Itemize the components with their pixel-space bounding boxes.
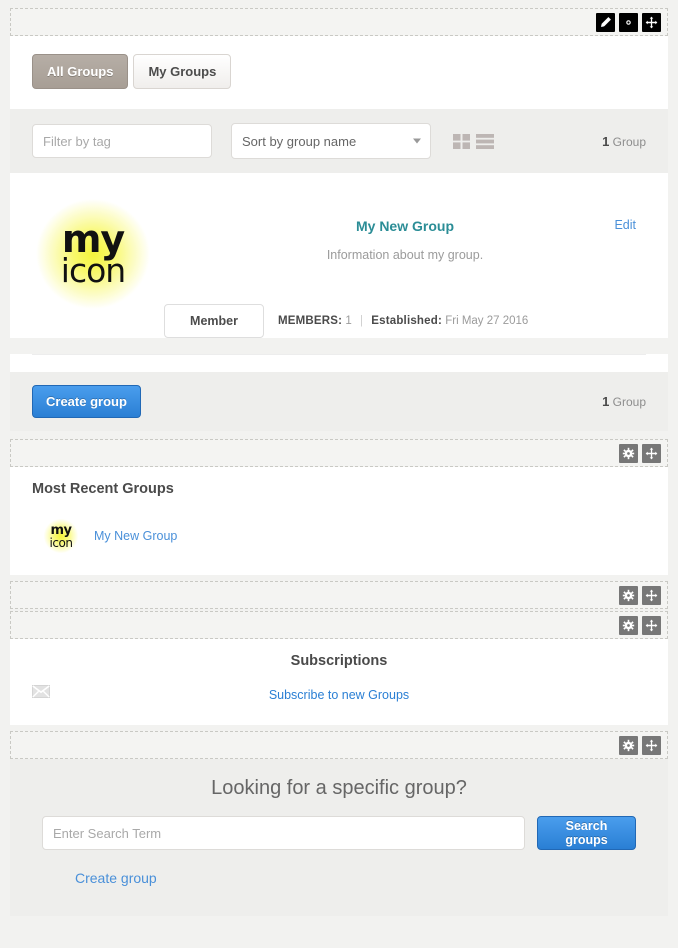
most-recent-groups-panel: Most Recent Groups my icon My New Group <box>10 467 668 575</box>
group-card-body: My New Group Information about my group.… <box>154 195 646 338</box>
search-heading: Looking for a specific group? <box>211 777 467 799</box>
established-label: Established: <box>371 315 443 327</box>
group-count-number-bottom: 1 <box>602 394 610 409</box>
avatar-line-2: icon <box>60 250 126 290</box>
gear-icon[interactable] <box>619 735 638 755</box>
group-search-panel: Looking for a specific group? Search gro… <box>10 759 668 916</box>
top-widget-toolbar <box>10 8 668 36</box>
members-label: MEMBERS: <box>278 315 343 327</box>
group-count-label: Group <box>612 134 646 149</box>
gear-icon[interactable] <box>619 12 638 32</box>
filter-by-tag-input[interactable] <box>32 124 212 158</box>
search-groups-button[interactable]: Search groups <box>537 816 636 850</box>
create-group-bar: Create group 1 Group <box>10 372 668 431</box>
create-group-link[interactable]: Create group <box>75 870 157 886</box>
recent-groups-widget-toolbar <box>10 439 668 467</box>
search-input[interactable] <box>42 816 525 850</box>
gear-icon[interactable] <box>619 585 638 605</box>
group-card: my icon My New Group Information about m… <box>10 173 668 338</box>
group-title-link[interactable]: My New Group <box>164 218 646 234</box>
tab-all-groups[interactable]: All Groups <box>32 54 129 89</box>
subscriptions-panel: Subscriptions Subscribe to new Groups <box>10 639 668 725</box>
group-count-number: 1 <box>602 133 610 149</box>
filter-sort-bar: Sort by group name 1 Group <box>10 109 668 173</box>
recent-group-avatar[interactable]: my icon <box>44 519 78 553</box>
group-card-footer-space <box>10 356 668 372</box>
grid-view-icon[interactable] <box>453 133 472 150</box>
gear-icon[interactable] <box>619 615 638 635</box>
move-icon[interactable] <box>642 443 661 463</box>
envelope-icon <box>32 685 50 698</box>
group-meta-row: Member MEMBERS: 1 | Established: Fri May… <box>164 304 646 338</box>
chevron-down-icon <box>413 138 421 144</box>
list-item: my icon My New Group <box>32 519 646 553</box>
sort-select-value[interactable]: Sort by group name <box>231 123 431 159</box>
pencil-icon[interactable] <box>596 12 615 32</box>
most-recent-groups-title: Most Recent Groups <box>32 481 174 497</box>
subscribe-to-new-groups-link[interactable]: Subscribe to new Groups <box>32 685 646 705</box>
mini-avatar-line-1: my <box>50 522 72 538</box>
established-value: Fri May 27 2016 <box>445 315 529 327</box>
gear-icon[interactable] <box>619 443 638 463</box>
group-count-top: 1 Group <box>602 134 646 149</box>
group-avatar[interactable]: my icon <box>32 195 154 313</box>
group-edit-link[interactable]: Edit <box>614 218 636 232</box>
group-description: Information about my group. <box>326 248 484 262</box>
move-icon[interactable] <box>642 735 661 755</box>
groups-tabs-panel: All Groups My Groups <box>10 36 668 109</box>
search-row: Search groups <box>42 816 636 850</box>
sort-select[interactable]: Sort by group name <box>231 123 431 159</box>
list-view-icon[interactable] <box>476 133 495 150</box>
subscriptions-title: Subscriptions <box>290 653 388 669</box>
view-mode-toggle <box>453 133 495 150</box>
create-group-button[interactable]: Create group <box>32 385 141 418</box>
group-count-bottom: 1 Group <box>602 394 646 409</box>
move-icon[interactable] <box>642 12 661 32</box>
move-icon[interactable] <box>642 585 661 605</box>
group-count-label-bottom: Group <box>612 395 646 409</box>
members-value: 1 <box>345 315 352 327</box>
meta-separator: | <box>360 315 364 327</box>
member-status-button[interactable]: Member <box>164 304 264 338</box>
subscriptions-row: Subscribe to new Groups <box>32 685 646 705</box>
recent-group-link[interactable]: My New Group <box>94 529 177 543</box>
group-meta-text: MEMBERS: 1 | Established: Fri May 27 201… <box>278 315 528 327</box>
mini-avatar-line-2: icon <box>49 535 73 550</box>
move-icon[interactable] <box>642 615 661 635</box>
search-widget-toolbar <box>10 731 668 759</box>
tab-my-groups[interactable]: My Groups <box>133 54 232 89</box>
recent-groups-widget-toolbar-lower <box>10 581 668 609</box>
subscriptions-widget-toolbar <box>10 611 668 639</box>
